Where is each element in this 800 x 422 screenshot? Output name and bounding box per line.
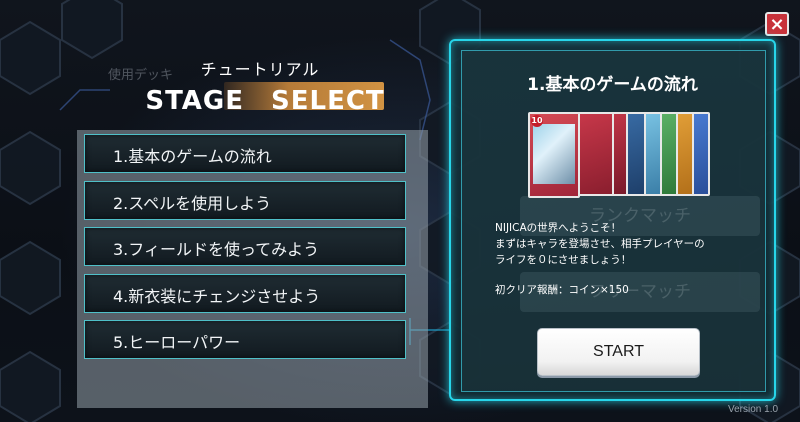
card-cost-badge: 10	[531, 115, 543, 127]
stage-description: NIJICAの世界へようこそ！ まずはキャラを登場させ、相手プレイヤーの ライフ…	[495, 220, 735, 268]
stage-item-4[interactable]: 4.新衣装にチェンジさせよう	[84, 273, 406, 313]
stage-item-label: 4.新衣装にチェンジさせよう	[113, 286, 321, 306]
page-title: STAGE SELECT	[140, 80, 390, 116]
stage-item-label: 1.基本のゲームの流れ	[113, 147, 272, 166]
page-title-text: STAGE SELECT	[145, 86, 385, 116]
card-art	[533, 124, 575, 184]
stage-item-1[interactable]: 1.基本のゲームの流れ	[84, 134, 406, 173]
version-label: Version 1.0	[728, 404, 779, 415]
start-button[interactable]: START	[537, 328, 700, 376]
stage-description-line: NIJICAの世界へようこそ！	[495, 222, 622, 234]
first-clear-reward: 初クリア報酬：コイン×150	[495, 284, 629, 296]
card-front: 10	[528, 112, 580, 198]
stage-item-label: 5.ヒーローパワー	[113, 333, 241, 352]
stage-description-line: まずはキャラを登場させ、相手プレイヤーの	[495, 238, 705, 250]
close-button[interactable]: ×	[765, 12, 789, 36]
stage-list: 1.基本のゲームの流れ 2.スペルを使用しよう 3.フィールドを使ってみよう 4…	[84, 134, 406, 367]
stage-description-line: ライフを０にさせましょう！	[495, 254, 632, 266]
stage-item-5[interactable]: 5.ヒーローパワー	[84, 320, 406, 359]
stage-item-2[interactable]: 2.スペルを使用しよう	[84, 180, 406, 220]
card-fan-image: 10	[528, 112, 710, 198]
stage-detail-title: 1.基本のゲームの流れ	[527, 75, 698, 95]
stage-item-label: 2.スペルを使用しよう	[113, 193, 272, 213]
page-subtitle: チュートリアル	[200, 60, 320, 79]
stage-item-3[interactable]: 3.フィールドを使ってみよう	[84, 227, 406, 266]
stage-item-label: 3.フィールドを使ってみよう	[113, 240, 320, 259]
